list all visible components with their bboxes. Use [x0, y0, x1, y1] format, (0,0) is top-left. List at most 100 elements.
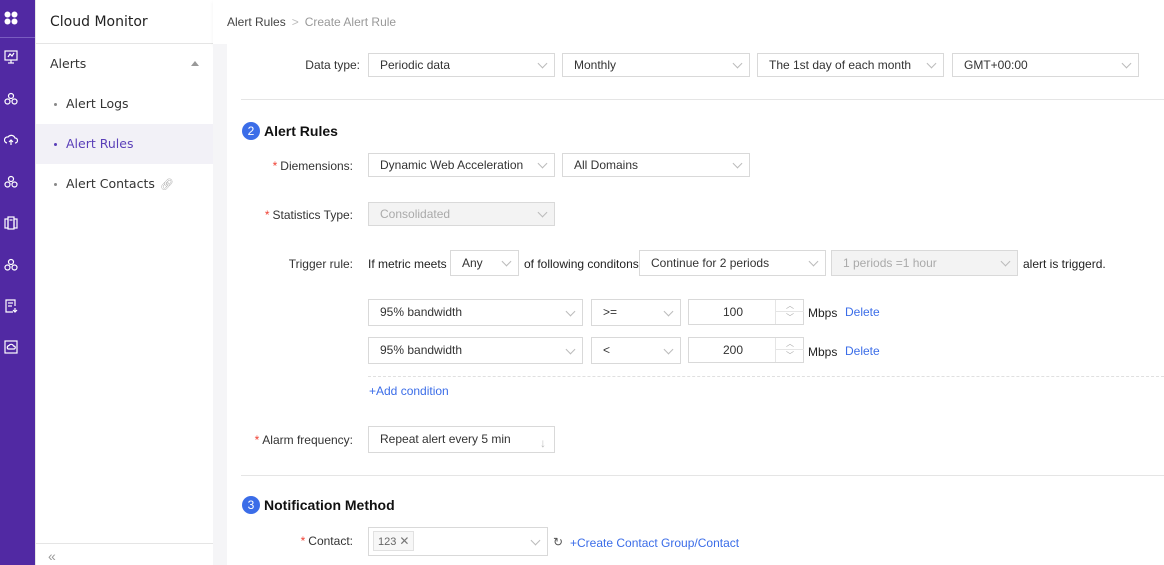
condition-value[interactable]: 200: [689, 338, 777, 362]
chevron-down-icon: [537, 158, 548, 169]
chevron-down-icon: [1121, 58, 1132, 69]
contact-tag: 123 ✕: [373, 531, 415, 551]
condition-operator-select[interactable]: >=: [591, 299, 681, 326]
cluster-icon[interactable]: [3, 91, 19, 107]
nav-group-alerts[interactable]: Alerts: [36, 44, 213, 84]
cluster-icon-3[interactable]: [3, 257, 19, 273]
section-notification-title: 3 Notification Method: [242, 496, 395, 514]
trigger-prefix-text: If metric meets: [368, 257, 447, 271]
chevron-down-icon: [501, 256, 512, 267]
apps-grid-icon[interactable]: [3, 10, 19, 26]
trigger-match-select[interactable]: Any: [450, 250, 519, 276]
section-alert-rules-title: 2 Alert Rules: [242, 122, 338, 140]
section-title-text: Notification Method: [264, 497, 395, 513]
nav-item-alert-contacts[interactable]: Alert Contacts 🔗︎: [36, 164, 213, 204]
chevron-down-icon: [732, 58, 743, 69]
dimensions-label: * Diemensions:: [272, 159, 353, 173]
breadcrumb-current: Create Alert Rule: [304, 15, 397, 29]
alarm-frequency-label: * Alarm frequency:: [254, 433, 353, 447]
conditions-dashed-divider: [368, 376, 1164, 377]
condition-metric-select[interactable]: 95% bandwidth: [368, 299, 583, 326]
collapse-sidebar-icon[interactable]: «: [48, 548, 56, 564]
required-mark: *: [254, 433, 260, 447]
chevron-down-icon: [1000, 256, 1011, 267]
data-type-select[interactable]: Periodic data: [368, 53, 555, 77]
step-badge: 2: [242, 122, 260, 140]
secondary-nav: Cloud Monitor Alerts Alert Logs Alert Ru…: [35, 0, 214, 565]
condition-value-stepper[interactable]: 200 ︿ ﹀: [688, 337, 804, 363]
refresh-icon[interactable]: ↻: [553, 535, 563, 549]
section-divider: [241, 99, 1164, 100]
nav-item-alert-logs[interactable]: Alert Logs: [36, 84, 213, 124]
create-contact-link[interactable]: +Create Contact Group/Contact: [570, 536, 739, 550]
condition-value[interactable]: 100: [689, 300, 777, 324]
breadcrumb-separator: >: [291, 15, 299, 29]
chevron-down-icon: [663, 306, 674, 317]
day-select[interactable]: The 1st day of each month: [757, 53, 944, 77]
remove-tag-icon[interactable]: ✕: [399, 534, 409, 548]
data-type-label: Data type:: [305, 58, 360, 72]
increment-icon[interactable]: ︿: [776, 300, 804, 312]
nav-footer: «: [36, 543, 214, 565]
condition-value-stepper[interactable]: 100 ︿ ﹀: [688, 299, 804, 325]
trigger-period-select: 1 periods =1 hour: [831, 250, 1018, 276]
condition-unit: Mbps: [808, 306, 838, 320]
trigger-continue-select[interactable]: Continue for 2 periods: [639, 250, 826, 276]
arrow-down-icon: ↓: [540, 436, 546, 450]
stepper-controls: ︿ ﹀: [775, 300, 804, 324]
external-link-icon: 🔗︎: [159, 178, 174, 191]
chevron-down-icon: [808, 256, 819, 267]
cloud-upload-icon[interactable]: [3, 132, 19, 148]
condition-operator-select[interactable]: <: [591, 337, 681, 364]
monitor-dashboard-icon[interactable]: [3, 49, 19, 65]
breadcrumb: Alert Rules > Create Alert Rule: [227, 15, 396, 29]
period-select[interactable]: Monthly: [562, 53, 750, 77]
statistics-type-label: * Statistics Type:: [264, 208, 353, 222]
timezone-select[interactable]: GMT+00:00: [952, 53, 1139, 77]
bullet-icon: [54, 183, 57, 186]
breadcrumb-parent[interactable]: Alert Rules: [227, 15, 286, 29]
required-mark: *: [300, 534, 306, 548]
chevron-down-icon: [732, 158, 743, 169]
condition-unit: Mbps: [808, 345, 838, 359]
add-condition-button[interactable]: +Add condition: [369, 384, 449, 398]
top-bar: Alert Rules > Create Alert Rule: [213, 0, 1164, 44]
nav-item-label: Alert Logs: [66, 96, 129, 111]
server-icon[interactable]: [3, 215, 19, 231]
trigger-middle-text: of following conditons,: [524, 257, 643, 271]
cluster-icon-2[interactable]: [3, 174, 19, 190]
trigger-rule-label: Trigger rule:: [288, 257, 353, 271]
decrement-icon[interactable]: ﹀: [776, 312, 804, 324]
nav-item-label: Alert Rules: [66, 136, 134, 151]
chevron-down-icon: [530, 535, 541, 546]
chevron-down-icon: [537, 58, 548, 69]
contact-select[interactable]: 123 ✕: [368, 527, 548, 556]
dimension-domain-select[interactable]: All Domains: [562, 153, 750, 177]
chevron-down-icon: [565, 306, 576, 317]
chevron-down-icon: [926, 58, 937, 69]
condition-metric-select[interactable]: 95% bandwidth: [368, 337, 583, 364]
chevron-down-icon: [537, 207, 548, 218]
nav-item-label: Alert Contacts: [66, 176, 155, 191]
bullet-icon: [54, 103, 57, 106]
icon-rail: [0, 0, 35, 565]
report-download-icon[interactable]: [3, 298, 19, 314]
section-divider: [241, 475, 1164, 476]
delete-condition-button[interactable]: Delete: [845, 344, 880, 358]
rail-divider: [0, 37, 35, 38]
nav-group-label: Alerts: [50, 56, 87, 71]
stepper-controls: ︿ ﹀: [775, 338, 804, 362]
required-mark: *: [264, 208, 270, 222]
contact-label: * Contact:: [300, 534, 353, 548]
alarm-frequency-select[interactable]: Repeat alert every 5 min ↓: [368, 426, 555, 453]
section-title-text: Alert Rules: [264, 123, 338, 139]
increment-icon[interactable]: ︿: [776, 338, 804, 350]
bullet-icon: [54, 143, 57, 146]
chevron-down-icon: [663, 344, 674, 355]
delete-condition-button[interactable]: Delete: [845, 305, 880, 319]
dimension-product-select[interactable]: Dynamic Web Acceleration (: [368, 153, 555, 177]
trigger-suffix-text: alert is triggerd.: [1023, 257, 1106, 271]
nav-item-alert-rules[interactable]: Alert Rules: [36, 124, 213, 164]
decrement-icon[interactable]: ﹀: [776, 350, 804, 362]
cloud-screen-icon[interactable]: [3, 339, 19, 355]
